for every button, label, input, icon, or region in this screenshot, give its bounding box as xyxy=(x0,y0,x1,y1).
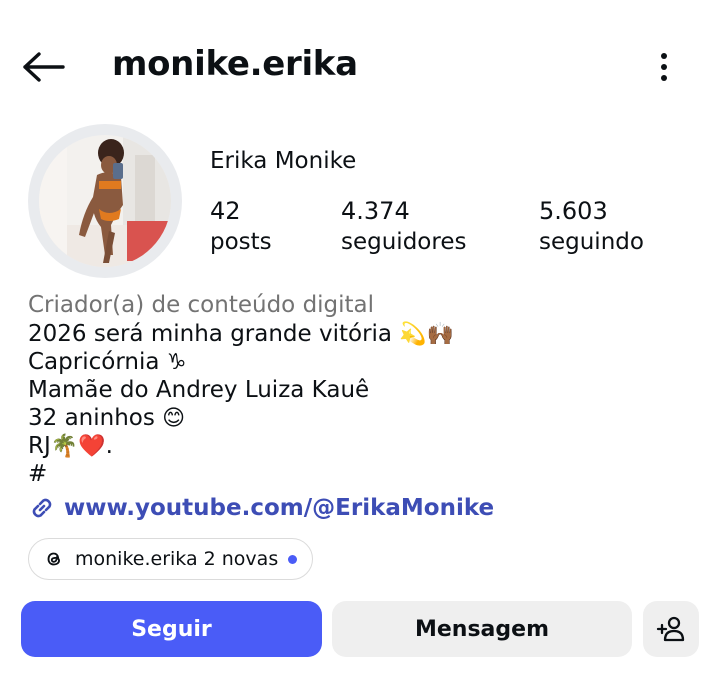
bio-line-6: # xyxy=(28,460,708,488)
profile-username-title: monike.erika xyxy=(112,44,358,84)
avatar-photo xyxy=(39,135,171,267)
arrow-left-icon xyxy=(23,52,65,82)
bio-line-2-text: Capricórnia xyxy=(28,349,160,375)
more-vertical-icon xyxy=(661,53,667,81)
smile-emoji: 😊 xyxy=(162,406,186,431)
bio-line-1-emoji: 💫🙌🏾 xyxy=(399,322,455,347)
capricorn-icon: ♑ xyxy=(166,350,187,375)
link-text[interactable]: www.youtube.com/@ErikaMonike xyxy=(64,495,494,521)
posts-label: posts xyxy=(210,229,272,255)
following-count: 5.603 xyxy=(539,197,608,225)
threads-badge[interactable]: monike.erika 2 novas xyxy=(28,538,313,580)
bio-line-5: RJ🌴❤️. xyxy=(28,432,708,460)
bio-line-3: Mamãe do Andrey Luiza Kauê xyxy=(28,376,708,404)
bio-line-4-text: 32 aninhos xyxy=(28,405,155,431)
add-person-icon xyxy=(656,616,685,642)
avatar[interactable] xyxy=(39,135,171,267)
suggested-accounts-button[interactable] xyxy=(643,601,699,657)
avatar-ring[interactable] xyxy=(28,124,182,278)
bio-line-2: Capricórnia ♑ xyxy=(28,348,708,376)
following-stat[interactable]: 5.603 seguindo xyxy=(539,196,644,258)
link-icon xyxy=(32,498,52,518)
hashtag-text[interactable]: # xyxy=(28,461,47,487)
followers-stat[interactable]: 4.374 seguidores xyxy=(341,196,466,258)
message-button[interactable]: Mensagem xyxy=(332,601,632,657)
bio-category: Criador(a) de conteúdo digital xyxy=(28,292,375,318)
follow-button[interactable]: Seguir xyxy=(21,601,322,657)
top-bar: monike.erika xyxy=(0,0,720,130)
palm-heart-emoji: 🌴❤️ xyxy=(50,434,106,459)
bio-line-5-suffix: . xyxy=(105,433,113,459)
new-indicator-dot xyxy=(288,554,298,564)
followers-label: seguidores xyxy=(341,229,467,255)
bio-line-3-text: Mamãe do Andrey Luiza Kauê xyxy=(28,377,370,403)
bio-line-5-text: RJ xyxy=(28,433,51,459)
followers-count: 4.374 xyxy=(341,197,410,225)
posts-count: 42 xyxy=(210,197,241,225)
back-button[interactable] xyxy=(18,46,68,88)
bio: Criador(a) de conteúdo digital 2026 será… xyxy=(28,290,708,488)
threads-text: monike.erika 2 novas xyxy=(75,548,279,570)
display-name: Erika Monike xyxy=(210,148,357,174)
bio-line-4: 32 aninhos 😊 xyxy=(28,404,708,432)
bio-line-1-text: 2026 será minha grande vitória xyxy=(28,321,393,347)
more-options-button[interactable] xyxy=(646,46,682,88)
threads-icon xyxy=(47,552,60,566)
external-link[interactable]: www.youtube.com/@ErikaMonike xyxy=(28,494,494,522)
posts-stat[interactable]: 42 posts xyxy=(210,196,272,258)
following-label: seguindo xyxy=(539,229,644,255)
bio-line-1: 2026 será minha grande vitória 💫🙌🏾 xyxy=(28,320,708,348)
